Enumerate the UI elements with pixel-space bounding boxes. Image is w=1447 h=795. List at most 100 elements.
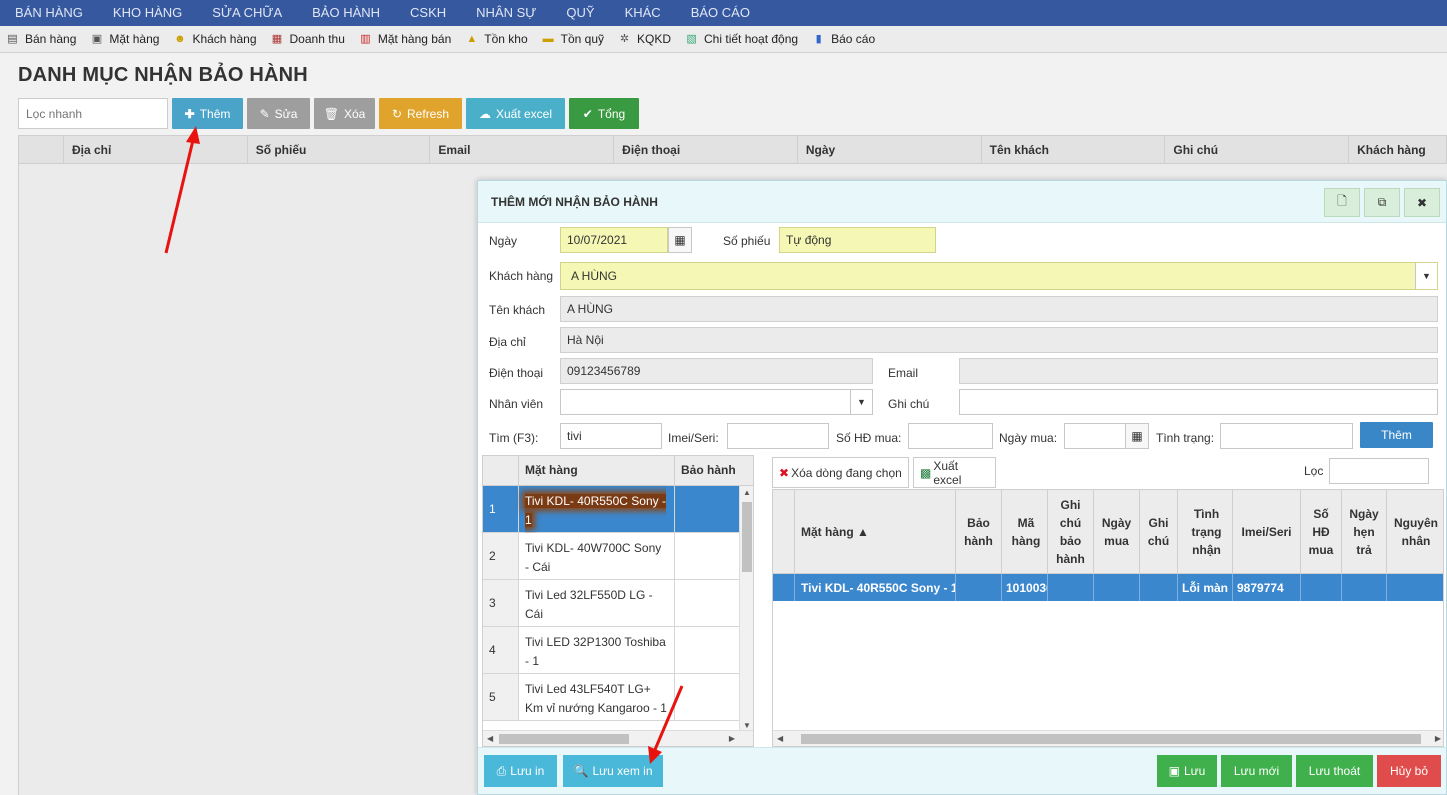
close-button[interactable]: ✖ (1404, 188, 1440, 217)
total-button[interactable]: ✔ Tổng (569, 98, 639, 129)
detail-col-buy-date[interactable]: Ngày mua (1094, 490, 1140, 573)
note-field[interactable] (959, 389, 1438, 415)
menu-kho-hang[interactable]: KHO HÀNG (98, 0, 197, 26)
col-select[interactable] (19, 136, 63, 163)
product-grid-hscroll[interactable]: ◀ ▶ (483, 730, 753, 746)
delete-selected-row-button[interactable]: ✖ Xóa dòng đang chọn (772, 457, 909, 488)
detail-filter-input[interactable] (1329, 458, 1429, 484)
detail-col-warranty-note[interactable]: Ghi chú bảo hành (1048, 490, 1094, 573)
gear-icon: ✲ (619, 33, 630, 45)
toolbar-kqkd[interactable]: ✲ KQKD (612, 32, 679, 46)
shortcut-toolbar: ▤ Bán hàng ▣ Mặt hàng ☻ Khách hàng ▦ Doanh t… (0, 26, 1447, 53)
report-icon: ▮ (815, 33, 822, 45)
save-button[interactable]: ▣ Lưu (1157, 755, 1217, 787)
detail-export-excel-button[interactable]: ▩ Xuất excel (913, 457, 996, 488)
calendar-icon: ▦ (1131, 429, 1143, 443)
customer-name-field[interactable]: A HÙNG (560, 296, 1438, 322)
menu-sua-chua[interactable]: SỬA CHỮA (197, 0, 297, 26)
menu-quy[interactable]: QUỸ (551, 0, 609, 26)
toolbar-chi-tiet-hoat-dong[interactable]: ▧ Chi tiết hoạt động (679, 32, 806, 46)
toolbar-doanh-thu[interactable]: ▦ Doanh thu (265, 32, 353, 46)
toolbar-ban-hang[interactable]: ▤ Bán hàng (0, 32, 84, 46)
address-field[interactable]: Hà Nội (560, 327, 1438, 353)
quick-filter-input[interactable] (18, 98, 168, 129)
menu-ban-hang[interactable]: BÁN HÀNG (0, 0, 98, 26)
buy-date-input[interactable] (1064, 423, 1126, 449)
phone-field[interactable]: 09123456789 (560, 358, 873, 384)
top-menu: BÁN HÀNG KHO HÀNG SỬA CHỮA BẢO HÀNH CSKH… (0, 0, 1447, 26)
save-preview-print-button[interactable]: 🔍 Lưu xem in (563, 755, 663, 787)
col-phone[interactable]: Điện thoại (613, 136, 797, 163)
col-customer-name[interactable]: Tên khách (980, 136, 1165, 163)
detail-col-code[interactable]: Mã hàng (1002, 490, 1048, 573)
list-item[interactable]: 2 Tivi KDL- 40W700C Sony - Cái (483, 533, 753, 580)
add-button[interactable]: ✚ Thêm (172, 98, 243, 129)
voucher-field[interactable]: Tự động (779, 227, 936, 253)
detail-col-note[interactable]: Ghi chú (1140, 490, 1178, 573)
toolbar-mat-hang[interactable]: ▣ Mặt hàng (84, 32, 167, 46)
document-button[interactable]: 🗋 (1324, 188, 1360, 217)
product-grid-vscroll-thumb[interactable] (742, 502, 752, 572)
scroll-up-icon: ▲ (743, 488, 751, 497)
scroll-down-icon: ▼ (743, 721, 751, 730)
edit-button[interactable]: ✎ Sửa (247, 98, 310, 129)
export-excel-button[interactable]: ☁ Xuất excel (466, 98, 565, 129)
toolbar-mat-hang-ban[interactable]: ▥ Mặt hàng bán (353, 32, 459, 46)
col-address[interactable]: Địa chỉ (62, 136, 247, 163)
date-picker-button[interactable]: ▦ (668, 227, 692, 253)
detail-grid-hscroll[interactable]: ◀ ▶ (773, 730, 1443, 746)
product-grid-vscroll[interactable]: ▲ ▼ (739, 486, 753, 732)
stock-icon: ▲ (466, 33, 478, 45)
status-input[interactable] (1220, 423, 1353, 449)
email-field[interactable] (959, 358, 1438, 384)
product-grid-hscroll-thumb[interactable] (499, 734, 629, 744)
list-item[interactable]: 3 Tivi Led 32LF550D LG - Cái (483, 580, 753, 627)
detail-col-warranty[interactable]: Bảo hành (956, 490, 1002, 573)
detail-col-imei[interactable]: Imei/Seri (1233, 490, 1301, 573)
detail-col-cause[interactable]: Nguyên nhân (1387, 490, 1443, 573)
customer-name-label: Tên khách (489, 303, 546, 317)
menu-bao-hanh[interactable]: BẢO HÀNH (297, 0, 395, 26)
table-row[interactable]: Tivi KDL- 40R550C Sony - 1 1010036 Lỗi m… (773, 574, 1443, 601)
cancel-button[interactable]: Hủy bỏ (1377, 755, 1441, 787)
save-new-button[interactable]: Lưu mới (1221, 755, 1292, 787)
delete-button[interactable]: 🗑 Xóa (314, 98, 375, 129)
customer-select[interactable]: A HÙNG ▼ (560, 262, 1438, 290)
product-grid-header: Mặt hàng Bảo hành (483, 456, 753, 486)
toolbar-ton-kho[interactable]: ▲ Tồn kho (459, 32, 535, 46)
detail-col-return-date[interactable]: Ngày hẹn trả (1342, 490, 1387, 573)
detail-grid-hscroll-thumb[interactable] (801, 734, 1421, 744)
col-email[interactable]: Email (429, 136, 613, 163)
product-col-name[interactable]: Mặt hàng (519, 456, 675, 485)
product-col-warranty[interactable]: Bảo hành (675, 456, 753, 485)
menu-bao-cao[interactable]: BÁO CÁO (676, 0, 765, 26)
refresh-button[interactable]: ↻ Refresh (379, 98, 462, 129)
list-item[interactable]: 1 Tivi KDL- 40R550C Sony - 1 (483, 486, 753, 533)
list-item[interactable]: 4 Tivi LED 32P1300 Toshiba - 1 (483, 627, 753, 674)
detail-col-status[interactable]: Tình trạng nhận (1178, 490, 1233, 573)
col-voucher[interactable]: Số phiếu (246, 136, 430, 163)
detail-col-product[interactable]: Mặt hàng ▲ (795, 490, 956, 573)
search-input[interactable]: tivi (560, 423, 662, 449)
toolbar-bao-cao[interactable]: ▮ Báo cáo (806, 32, 883, 46)
restore-button[interactable]: ⧉ (1364, 188, 1400, 217)
add-item-button[interactable]: Thêm (1360, 422, 1433, 448)
menu-cskh[interactable]: CSKH (395, 0, 461, 26)
date-field[interactable]: 10/07/2021 (560, 227, 668, 253)
save-exit-button[interactable]: Lưu thoát (1296, 755, 1373, 787)
list-item[interactable]: 5 Tivi Led 43LF540T LG+ Km vỉ nướng Kang… (483, 674, 753, 721)
detail-col-invoice[interactable]: Số HĐ mua (1301, 490, 1342, 573)
toolbar-khach-hang[interactable]: ☻ Khách hàng (167, 32, 264, 46)
col-date[interactable]: Ngày (796, 136, 981, 163)
menu-khac[interactable]: KHÁC (610, 0, 676, 26)
toolbar-ton-quy[interactable]: ▬ Tồn quỹ (536, 32, 612, 46)
invoice-input[interactable] (908, 423, 993, 449)
menu-nhan-su[interactable]: NHÂN SỰ (461, 0, 551, 26)
save-print-button[interactable]: ⎙ Lưu in (484, 755, 557, 787)
imei-input[interactable] (727, 423, 829, 449)
buy-date-picker-button[interactable]: ▦ (1125, 423, 1149, 449)
col-note[interactable]: Ghi chú (1164, 136, 1348, 163)
staff-select[interactable]: ▼ (560, 389, 873, 415)
product-icon: ▣ (91, 33, 103, 45)
col-customer[interactable]: Khách hàng (1348, 136, 1446, 163)
